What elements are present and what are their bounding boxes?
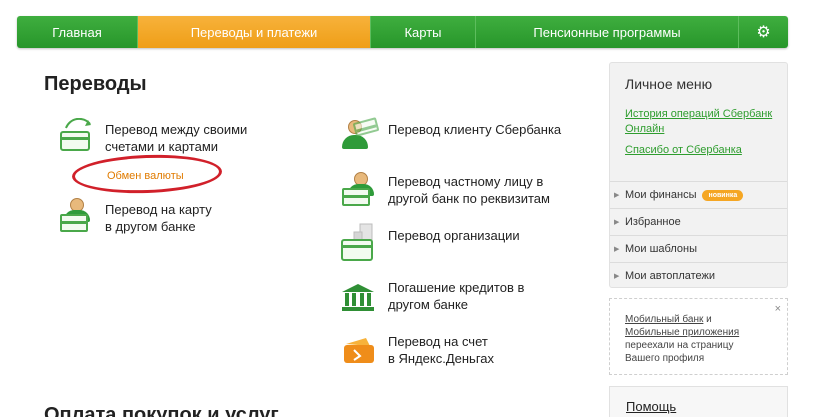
chevron-right-icon: ▶ <box>614 219 620 226</box>
top-nav: Главная Переводы и платежи Карты Пенсион… <box>17 16 788 48</box>
chevron-right-icon: ▶ <box>614 273 620 280</box>
link-private-person[interactable]: Перевод частному лицу в другой банк по р… <box>388 173 550 207</box>
mobile-apps-link[interactable]: Мобильные приложения <box>625 327 739 338</box>
close-icon[interactable]: × <box>775 303 781 315</box>
person-card-icon <box>58 198 98 234</box>
note-text: Мобильный банк и Мобильные приложения пе… <box>625 313 765 365</box>
sidebar-item-autopayments[interactable]: ▶ Мои автоплатежи <box>610 262 787 289</box>
bank-icon <box>340 282 376 312</box>
help-box: Помощь <box>609 386 788 417</box>
chevron-right-icon: ▶ <box>614 192 620 199</box>
help-link[interactable]: Помощь <box>626 399 676 414</box>
spasibo-link[interactable]: Спасибо от Сбербанка <box>625 143 785 158</box>
person-card-icon <box>340 172 380 208</box>
nav-cards[interactable]: Карты <box>371 16 476 48</box>
link-own-accounts[interactable]: Перевод между своими счетами и картами <box>105 121 247 155</box>
sidebar-item-label: Мои шаблоны <box>625 243 697 255</box>
link-line: Перевод организации <box>388 228 520 243</box>
link-line: Перевод клиенту Сбербанка <box>388 122 562 137</box>
link-line: другой банк по реквизитам <box>388 191 550 206</box>
page-title: Переводы <box>44 73 147 95</box>
new-badge: новинка <box>702 189 744 201</box>
sidebar-item-templates[interactable]: ▶ Мои шаблоны <box>610 235 787 262</box>
link-line: в другом банке <box>105 219 196 234</box>
note-connector: и <box>703 314 712 325</box>
sidebar-item-favorites[interactable]: ▶ Избранное <box>610 208 787 235</box>
nav-pension[interactable]: Пенсионные программы <box>476 16 739 48</box>
gear-icon: ⚙ <box>756 24 771 41</box>
section-title-payments: Оплата покупок и услуг <box>44 404 279 417</box>
person-card-icon <box>340 117 380 152</box>
settings-button[interactable]: ⚙ <box>739 16 788 48</box>
link-line: Перевод частному лицу в <box>388 174 544 189</box>
sidebar-item-label: Мои финансы <box>625 189 697 201</box>
link-organization[interactable]: Перевод организации <box>388 227 520 244</box>
link-line: счетами и картами <box>105 139 219 154</box>
link-line: Перевод на счет <box>388 334 488 349</box>
history-link[interactable]: История операций Сбербанк Онлайн <box>625 107 785 137</box>
link-sberbank-client[interactable]: Перевод клиенту Сбербанка <box>388 121 561 138</box>
link-line: Погашение кредитов в <box>388 280 525 295</box>
sidebar-item-label: Избранное <box>625 216 681 228</box>
info-note: × Мобильный банк и Мобильные приложения … <box>609 298 788 375</box>
card-exchange-icon <box>58 117 98 152</box>
nav-home[interactable]: Главная <box>17 16 138 48</box>
link-line: в Яндекс.Деньгах <box>388 351 495 366</box>
sidebar-item-finances[interactable]: ▶ Мои финансы новинка <box>610 181 787 208</box>
link-line: другом банке <box>388 297 469 312</box>
link-line: Перевод на карту <box>105 202 212 217</box>
personal-menu: Личное меню История операций Сбербанк Он… <box>609 62 788 288</box>
link-loan-repayment[interactable]: Погашение кредитов в другом банке <box>388 279 524 313</box>
note-rest: переехали на страницу Вашего профиля <box>625 340 734 364</box>
link-line: Перевод между своими <box>105 122 248 137</box>
building-card-icon <box>340 222 380 262</box>
link-yandex-money[interactable]: Перевод на счет в Яндекс.Деньгах <box>388 333 494 367</box>
yandex-wallet-icon <box>342 336 376 364</box>
chevron-right-icon: ▶ <box>614 246 620 253</box>
currency-exchange-link[interactable]: Обмен валюты <box>107 170 184 182</box>
personal-menu-title: Личное меню <box>625 76 713 92</box>
link-card-other-bank[interactable]: Перевод на карту в другом банке <box>105 201 212 235</box>
mobile-bank-link[interactable]: Мобильный банк <box>625 314 703 325</box>
sidebar-item-label: Мои автоплатежи <box>625 270 716 282</box>
nav-transfers-payments[interactable]: Переводы и платежи <box>138 16 371 48</box>
